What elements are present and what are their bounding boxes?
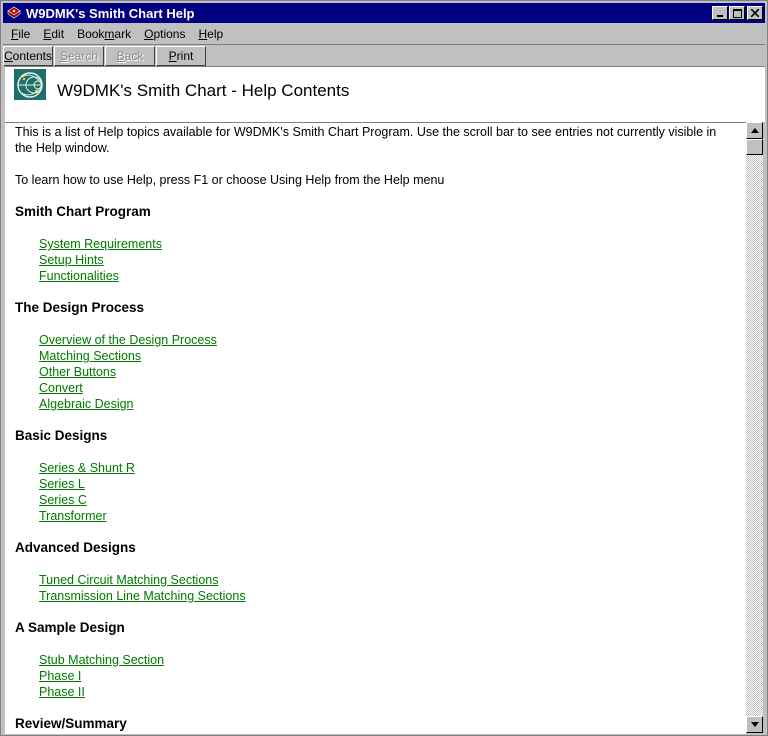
menu-edit[interactable]: Edit xyxy=(38,27,69,41)
section-title: The Design Process xyxy=(15,300,145,315)
page-title: W9DMK's Smith Chart - Help Contents xyxy=(57,81,350,100)
menu-bookmark[interactable]: Bookmark xyxy=(72,27,136,41)
help-note-text: To learn how to use Help, press F1 or ch… xyxy=(15,173,445,187)
topic-link[interactable]: Transformer xyxy=(39,508,107,524)
help-content-pane: This is a list of Help topics available … xyxy=(5,122,746,734)
close-icon xyxy=(751,9,759,17)
search-button[interactable]: Search xyxy=(54,46,104,66)
topic-link[interactable]: Overview of the Design Process xyxy=(39,332,217,348)
help-window: W9DMK's Smith Chart Help File Edit Bookm… xyxy=(0,0,768,736)
topic-link[interactable]: Stub Matching Section xyxy=(39,652,164,668)
section-title: Smith Chart Program xyxy=(15,204,151,219)
scroll-thumb[interactable] xyxy=(746,139,763,155)
topic-link[interactable]: Series L xyxy=(39,476,85,492)
section-title: Basic Designs xyxy=(15,428,108,443)
topic-link[interactable]: Transmission Line Matching Sections xyxy=(39,588,246,604)
back-button[interactable]: Back xyxy=(105,46,155,66)
topic-link[interactable]: Matching Sections xyxy=(39,348,141,364)
window-title: W9DMK's Smith Chart Help xyxy=(26,5,195,21)
menu-options[interactable]: Options xyxy=(139,27,190,41)
topic-link[interactable]: Series & Shunt R xyxy=(39,460,135,476)
scroll-track[interactable] xyxy=(746,155,763,716)
topic-link[interactable]: Phase II xyxy=(39,684,85,700)
maximize-button[interactable] xyxy=(729,6,745,20)
topic-link[interactable]: Convert xyxy=(39,380,83,396)
section-title: Advanced Designs xyxy=(15,540,136,555)
topic-link[interactable]: System Requirements xyxy=(39,236,162,252)
arrow-up-icon xyxy=(750,128,759,133)
scroll-down-button[interactable] xyxy=(746,716,763,733)
menu-help[interactable]: Help xyxy=(193,27,228,41)
scroll-up-button[interactable] xyxy=(746,122,763,139)
topic-link[interactable]: Tuned Circuit Matching Sections xyxy=(39,572,218,588)
menu-file[interactable]: File xyxy=(6,27,35,41)
maximize-icon xyxy=(732,8,742,18)
intro-text: This is a list of Help topics available … xyxy=(15,125,717,155)
vertical-scrollbar[interactable] xyxy=(746,122,763,733)
smith-chart-logo-icon xyxy=(14,69,46,100)
topic-link[interactable]: Series C xyxy=(39,492,87,508)
topic-header: W9DMK's Smith Chart - Help Contents xyxy=(5,66,765,122)
topic-link[interactable]: Functionalities xyxy=(39,268,119,284)
topic-link[interactable]: Setup Hints xyxy=(39,252,104,268)
minimize-icon xyxy=(717,15,723,17)
arrow-down-icon xyxy=(750,722,759,727)
topic-link[interactable]: Other Buttons xyxy=(39,364,116,380)
menu-bar: File Edit Bookmark Options Help xyxy=(3,24,765,43)
help-book-icon[interactable] xyxy=(6,5,22,21)
title-bar[interactable]: W9DMK's Smith Chart Help xyxy=(3,3,765,23)
close-button[interactable] xyxy=(747,6,763,20)
section-title: Review/Summary xyxy=(15,716,127,731)
print-button[interactable]: Print xyxy=(156,46,206,66)
button-bar: Contents Search Back Print xyxy=(3,44,765,67)
topic-link[interactable]: Phase I xyxy=(39,668,81,684)
minimize-button[interactable] xyxy=(712,6,728,20)
section-title: A Sample Design xyxy=(15,620,125,635)
topic-link[interactable]: Algebraic Design xyxy=(39,396,134,412)
contents-button[interactable]: Contents xyxy=(3,46,53,66)
